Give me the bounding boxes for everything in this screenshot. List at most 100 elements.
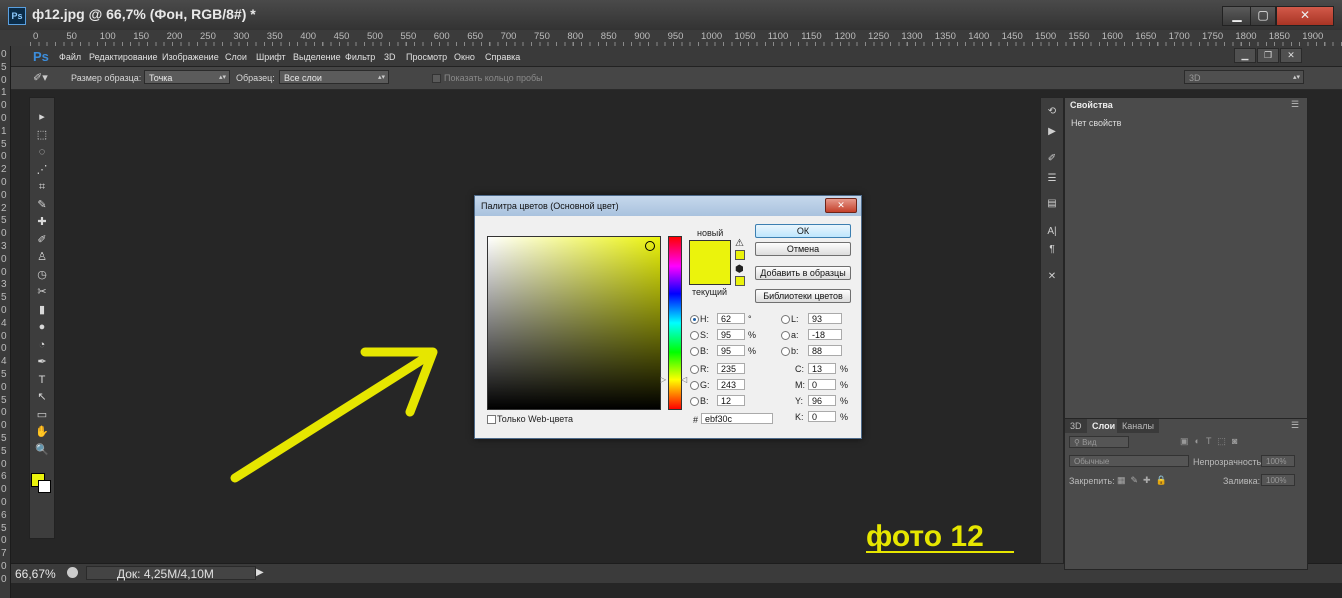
tool-button-icon[interactable]: ⬚ (34, 128, 50, 142)
tool-button-icon[interactable]: ✚ (34, 215, 50, 229)
tool-button-icon[interactable]: ▮ (34, 303, 50, 317)
blend-mode-select[interactable]: Обычные (1069, 455, 1189, 467)
field-input[interactable]: 88 (808, 345, 842, 356)
panel-menu-icon[interactable]: ☰ (1291, 420, 1299, 431)
layer-filter-select[interactable]: ⚲ Вид (1069, 436, 1129, 448)
menu-item[interactable]: Окно (454, 52, 475, 62)
web-colors-only-checkbox[interactable] (487, 415, 496, 424)
current-color-swatch[interactable] (689, 262, 731, 285)
layer-comps-icon[interactable]: ▤ (1044, 198, 1060, 212)
menu-item[interactable]: Шрифт (256, 52, 286, 62)
sample-layers-select[interactable]: Все слои ▴▾ (279, 70, 389, 84)
color-mode-radio[interactable] (781, 331, 790, 340)
tool-button-icon[interactable]: ◌ (34, 145, 50, 159)
eyedropper-tool-icon[interactable]: ✐▾ (33, 71, 48, 84)
tool-button-icon[interactable]: ● (34, 320, 50, 334)
hue-slider-right-arrow-icon[interactable]: ◁ (681, 375, 687, 384)
web-safe-swatch[interactable] (735, 276, 745, 286)
opacity-input[interactable]: 100% (1261, 455, 1295, 467)
background-color-swatch[interactable] (38, 480, 51, 493)
minimize-button[interactable]: ▁ (1222, 6, 1252, 26)
character-icon[interactable]: A| (1044, 226, 1060, 240)
tab-3d[interactable]: 3D (1065, 419, 1087, 433)
lock-icons[interactable]: ▦✎✚🔒 (1117, 475, 1172, 486)
gamut-warning-icon[interactable]: ⚠ (735, 238, 744, 249)
tool-button-icon[interactable]: ✋ (34, 425, 50, 439)
tools-cross-icon[interactable]: ✕ (1044, 271, 1060, 285)
doc-minimize-button[interactable]: ▁ (1234, 48, 1256, 63)
field-input[interactable]: 13 (808, 363, 836, 374)
actions-play-icon[interactable]: ▶ (1044, 126, 1060, 140)
color-libraries-button[interactable]: Библиотеки цветов (755, 289, 851, 303)
tool-button-icon[interactable]: ◔ (34, 338, 50, 352)
menu-item[interactable]: Редактирование (89, 52, 158, 62)
color-mode-radio[interactable] (690, 315, 699, 324)
color-mode-radio[interactable] (690, 365, 699, 374)
menu-item[interactable]: Файл (59, 52, 81, 62)
tool-button-icon[interactable]: ▸ (34, 110, 50, 124)
sample-size-select[interactable]: Точка ▴▾ (144, 70, 230, 84)
color-mode-radio[interactable] (781, 347, 790, 356)
panel-menu-icon[interactable]: ☰ (1291, 99, 1299, 110)
tool-button-icon[interactable]: 🔍 (34, 443, 50, 457)
menu-item[interactable]: Слои (225, 52, 247, 62)
hex-input[interactable]: ebf30c (701, 413, 773, 424)
tool-button-icon[interactable]: ⌗ (34, 180, 50, 194)
tab-properties[interactable]: Свойства (1065, 98, 1118, 112)
status-info-icon[interactable] (67, 567, 78, 578)
tool-button-icon[interactable]: ↖ (34, 390, 50, 404)
doc-close-button[interactable]: ✕ (1280, 48, 1302, 63)
doc-restore-button[interactable]: ❐ (1257, 48, 1279, 63)
show-ring-checkbox[interactable] (432, 74, 441, 83)
paragraph-icon[interactable]: ¶ (1044, 244, 1060, 258)
gamut-swatch[interactable] (735, 250, 745, 260)
tool-button-icon[interactable]: ✒ (34, 355, 50, 369)
menu-item[interactable]: Фильтр (345, 52, 375, 62)
field-input[interactable]: 0 (808, 379, 836, 390)
menu-item[interactable]: Выделение (293, 52, 341, 62)
field-input[interactable]: 235 (717, 363, 745, 374)
field-input[interactable]: -18 (808, 329, 842, 340)
zoom-level[interactable]: 66,67% (15, 567, 56, 581)
cancel-button[interactable]: Отмена (755, 242, 851, 256)
field-input[interactable]: 62 (717, 313, 745, 324)
menu-item[interactable]: Изображение (162, 52, 219, 62)
field-input[interactable]: 0 (808, 411, 836, 422)
field-input[interactable]: 96 (808, 395, 836, 406)
tool-button-icon[interactable]: ⋰ (34, 163, 50, 177)
dialog-title-bar[interactable]: Палитра цветов (Основной цвет) ✕ (475, 196, 861, 216)
maximize-button[interactable]: ▢ (1250, 6, 1276, 26)
color-mode-radio[interactable] (690, 331, 699, 340)
tool-presets-icon[interactable]: ✐ (1044, 153, 1060, 167)
tab-channels[interactable]: Каналы (1117, 419, 1159, 433)
field-input[interactable]: 95 (717, 329, 745, 340)
color-mode-radio[interactable] (781, 315, 790, 324)
adjustments-icon[interactable]: ☰ (1044, 173, 1060, 187)
hue-slider[interactable] (668, 236, 682, 410)
dialog-close-button[interactable]: ✕ (825, 198, 857, 213)
tool-button-icon[interactable]: ◷ (34, 268, 50, 282)
menu-item[interactable]: 3D (384, 52, 396, 62)
color-mode-radio[interactable] (690, 397, 699, 406)
tool-button-icon[interactable]: ✂ (34, 285, 50, 299)
tool-button-icon[interactable]: ✎ (34, 198, 50, 212)
menu-item[interactable]: Справка (485, 52, 520, 62)
history-icon[interactable]: ⟲ (1044, 106, 1060, 120)
close-window-button[interactable]: ✕ (1276, 6, 1334, 26)
tab-layers[interactable]: Слои (1087, 419, 1121, 433)
menu-item[interactable]: Просмотр (406, 52, 447, 62)
add-to-swatches-button[interactable]: Добавить в образцы (755, 266, 851, 280)
tool-button-icon[interactable]: ✐ (34, 233, 50, 247)
tool-button-icon[interactable]: ♙ (34, 250, 50, 264)
fill-input[interactable]: 100% (1261, 474, 1295, 486)
saturation-brightness-field[interactable] (487, 236, 661, 410)
color-mode-radio[interactable] (690, 381, 699, 390)
field-input[interactable]: 243 (717, 379, 745, 390)
tool-button-icon[interactable]: ▭ (34, 408, 50, 422)
ok-button[interactable]: ОК (755, 224, 851, 238)
web-safe-warning-icon[interactable]: ⬢ (735, 264, 744, 275)
field-input[interactable]: 95 (717, 345, 745, 356)
status-menu-arrow-icon[interactable]: ▶ (256, 567, 264, 578)
layer-filter-icons[interactable]: ▣◐T⬚◙ (1180, 436, 1243, 447)
workspace-select[interactable]: 3D ▴▾ (1184, 70, 1304, 84)
